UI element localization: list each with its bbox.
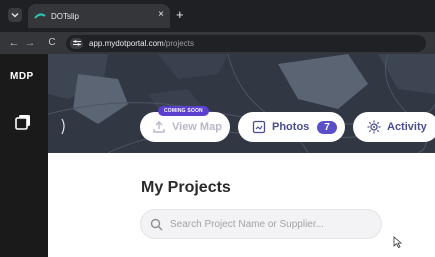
photos-count-badge: 7 <box>317 120 337 134</box>
tab-search-dropdown[interactable] <box>8 8 22 22</box>
project-search-input[interactable] <box>170 218 370 230</box>
coming-soon-badge: COMING SOON <box>158 106 209 116</box>
main-content: My Projects <box>48 153 435 257</box>
photo-icon <box>252 120 266 134</box>
site-info-button[interactable] <box>70 37 83 49</box>
tab-close-button[interactable]: × <box>158 9 164 21</box>
mouse-cursor-icon <box>393 236 402 248</box>
reload-button[interactable]: C <box>44 37 60 49</box>
project-search-box[interactable] <box>140 209 382 239</box>
search-icon <box>150 218 163 230</box>
tab-title: DOTslip <box>51 11 80 21</box>
tune-icon <box>72 40 81 46</box>
browser-tab[interactable]: DOTslip × <box>28 4 170 28</box>
upload-icon <box>153 121 165 133</box>
activity-icon <box>367 120 381 134</box>
browser-toolbar: ← → C app.mydotportal.com/projects <box>0 32 435 54</box>
browser-tabstrip: DOTslip × + <box>0 0 435 32</box>
photos-button[interactable]: Photos 7 <box>238 112 345 142</box>
address-bar[interactable]: app.mydotportal.com/projects <box>66 34 426 52</box>
view-map-button[interactable]: View Map <box>140 112 230 142</box>
photos-label: Photos <box>272 121 310 133</box>
new-tab-button[interactable]: + <box>176 8 184 22</box>
projects-nav-icon[interactable] <box>15 114 31 130</box>
hero-map-banner: View Map COMING SOON Photos 7 Activity <box>48 54 435 153</box>
chevron-down-icon <box>11 13 19 18</box>
url-path: /projects <box>163 38 194 48</box>
view-map-label: View Map <box>172 121 222 133</box>
url-domain: app.mydotportal.com <box>89 38 164 48</box>
forward-button[interactable]: → <box>22 37 38 49</box>
activity-button[interactable]: Activity <box>353 112 435 142</box>
app-logo[interactable]: MDP <box>10 71 34 82</box>
activity-label: Activity <box>387 121 427 133</box>
back-button[interactable]: ← <box>6 37 22 49</box>
app-sidebar: MDP <box>0 54 48 257</box>
page-title: My Projects <box>141 179 231 196</box>
dotslip-favicon-icon <box>34 13 46 19</box>
